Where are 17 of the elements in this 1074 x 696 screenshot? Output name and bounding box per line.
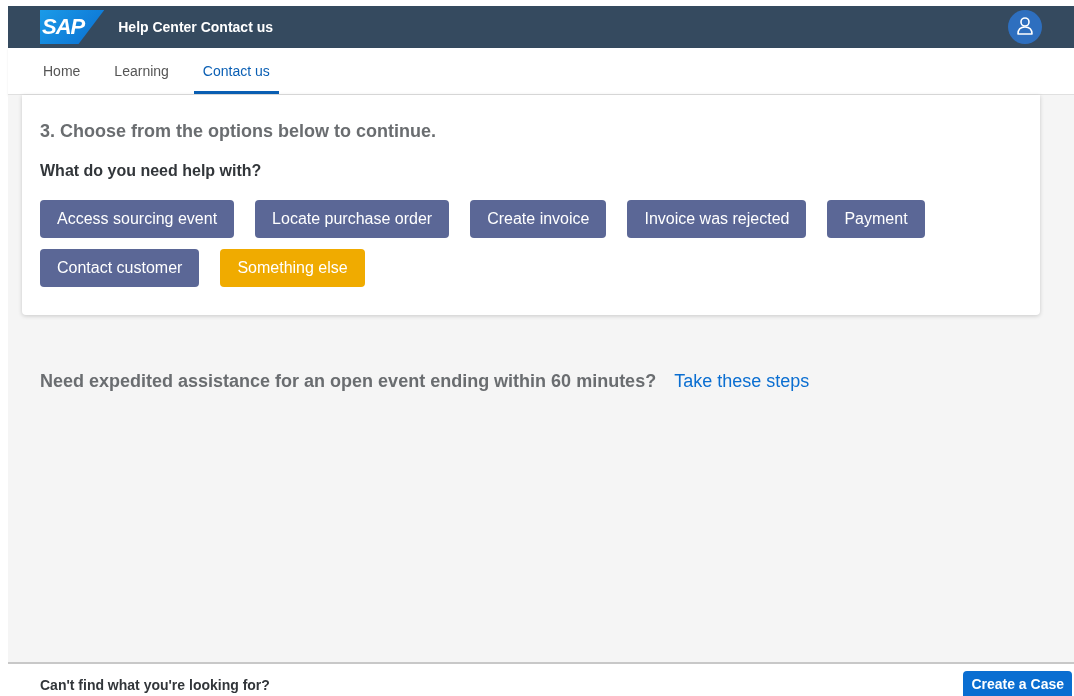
option-button[interactable]: Locate purchase order	[255, 200, 450, 238]
option-button[interactable]: Invoice was rejected	[627, 200, 807, 238]
sap-logo: SAP	[40, 10, 105, 44]
footer-text: Can't find what you're looking for?	[40, 677, 271, 695]
expedite-text: Need expedited assistance for an open event ending within 60 minutes?	[40, 371, 657, 392]
option-button[interactable]: Create invoice	[470, 200, 607, 238]
user-avatar-icon[interactable]	[1008, 10, 1042, 44]
header-title: Help Center Contact us	[118, 19, 274, 35]
create-case-button[interactable]: Create a Case	[963, 671, 1072, 696]
option-button[interactable]: Contact customer	[40, 249, 200, 287]
steps-link[interactable]: Take these steps	[674, 371, 810, 392]
nav-tab[interactable]: Learning	[105, 51, 178, 94]
option-button[interactable]: Access sourcing event	[40, 200, 235, 238]
option-button[interactable]: Payment	[827, 200, 925, 238]
nav-tab[interactable]: Home	[34, 51, 90, 94]
step-heading: 3. Choose from the options below to continue.	[40, 121, 437, 142]
question-label: What do you need help with?	[40, 162, 263, 180]
